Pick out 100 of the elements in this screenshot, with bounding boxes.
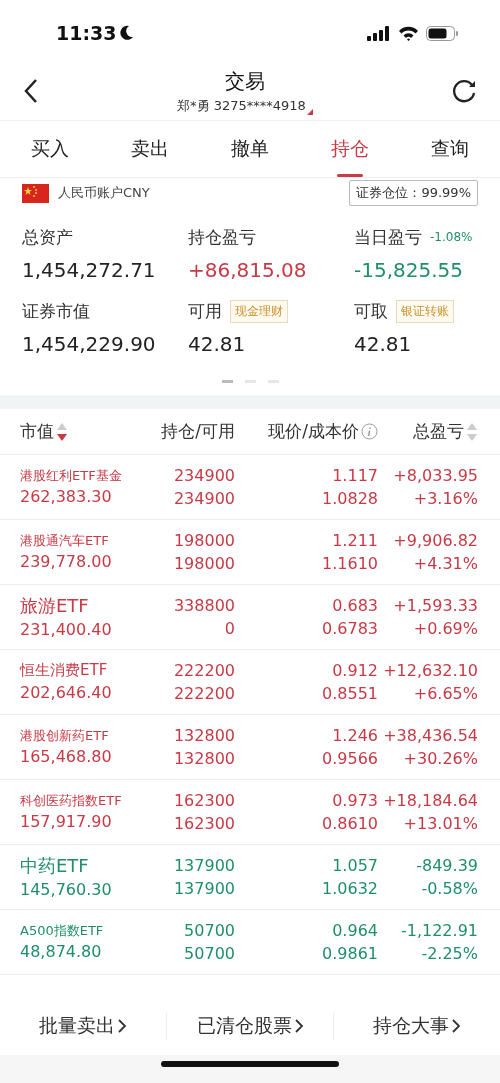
column-header[interactable]: 总盈亏 bbox=[413, 420, 464, 443]
market-value: 262,383.30 bbox=[20, 487, 112, 507]
cost-price: 0.9566 bbox=[322, 749, 378, 769]
fund-name[interactable]: 旅游ETF bbox=[20, 594, 89, 617]
summary-value: 1,454,229.90 bbox=[22, 332, 157, 356]
available-quantity: 132800 bbox=[173, 749, 235, 769]
summary-value: -15,825.55 bbox=[354, 258, 464, 282]
profit-loss-percent: +0.69% bbox=[413, 619, 478, 639]
market-value: 145,760.30 bbox=[20, 880, 112, 900]
profit-loss-percent: +3.16% bbox=[413, 489, 478, 509]
profit-loss-percent: +13.01% bbox=[403, 814, 478, 834]
cost-price: 0.6783 bbox=[322, 619, 378, 639]
position-ratio: 证券仓位：99.99% bbox=[349, 180, 478, 206]
holding-quantity: 132800 bbox=[173, 725, 235, 745]
column-header[interactable]: 市值 bbox=[20, 420, 54, 443]
signal-icon bbox=[367, 25, 391, 41]
available-quantity: 234900 bbox=[173, 489, 235, 509]
tab[interactable]: 查询 bbox=[400, 121, 500, 177]
column-header[interactable]: 现价/成本价 bbox=[268, 420, 359, 443]
current-price: 1.057 bbox=[332, 855, 378, 875]
available-quantity: 162300 bbox=[173, 814, 235, 834]
holding-quantity: 137900 bbox=[173, 855, 235, 875]
tab[interactable]: 卖出 bbox=[100, 121, 200, 177]
page-title: 交易 bbox=[225, 67, 265, 95]
available-quantity: 198000 bbox=[173, 554, 235, 574]
chevron-right-icon[interactable] bbox=[451, 1018, 461, 1034]
fund-name[interactable]: A500指数ETF bbox=[20, 922, 104, 939]
summary-percent: -1.08% bbox=[430, 230, 473, 244]
profit-loss-percent: -0.58% bbox=[421, 879, 478, 899]
market-value: 202,646.40 bbox=[20, 683, 112, 703]
tab[interactable]: 买入 bbox=[0, 121, 100, 177]
summary-label: 证券市值 bbox=[22, 299, 90, 323]
current-price: 1.211 bbox=[332, 530, 378, 550]
current-price: 0.683 bbox=[332, 595, 378, 615]
fund-name[interactable]: 科创医药指数ETF bbox=[20, 792, 122, 809]
profit-loss: +9,906.82 bbox=[393, 530, 478, 550]
chevron-right-icon[interactable] bbox=[117, 1018, 127, 1034]
wifi-icon bbox=[398, 25, 419, 41]
column-header[interactable]: 持仓/可用 bbox=[161, 420, 235, 443]
cost-price: 0.9861 bbox=[322, 944, 378, 964]
current-price: 1.246 bbox=[332, 725, 378, 745]
footer-link[interactable]: 批量卖出 bbox=[0, 1012, 166, 1040]
moon-icon bbox=[120, 25, 135, 41]
available-quantity: 0 bbox=[224, 619, 235, 639]
holding-quantity: 162300 bbox=[173, 790, 235, 810]
available-quantity: 222200 bbox=[173, 684, 235, 704]
summary-label: 持仓盈亏 bbox=[188, 225, 256, 249]
tab[interactable]: 持仓 bbox=[300, 121, 400, 177]
cost-price: 0.8551 bbox=[322, 684, 378, 704]
cost-price: 1.0632 bbox=[322, 879, 378, 899]
profit-loss: +12,632.10 bbox=[383, 660, 478, 680]
holding-quantity: 50700 bbox=[184, 920, 235, 940]
profit-loss-percent: +6.65% bbox=[413, 684, 478, 704]
sort-icon[interactable] bbox=[56, 421, 68, 442]
footer-link[interactable]: 已清仓股票 bbox=[166, 1012, 333, 1040]
market-value: 157,917.90 bbox=[20, 812, 112, 832]
footer-link[interactable]: 持仓大事 bbox=[333, 1012, 500, 1040]
fund-name[interactable]: 港股创新药ETF bbox=[20, 727, 109, 744]
fund-name[interactable]: 中药ETF bbox=[20, 854, 89, 877]
account-label: 人民币账户CNY bbox=[58, 184, 150, 202]
profit-loss: +8,033.95 bbox=[393, 465, 478, 485]
profit-loss: -1,122.91 bbox=[400, 920, 478, 940]
profit-loss-percent: +30.26% bbox=[403, 749, 478, 769]
chevron-right-icon[interactable] bbox=[293, 1018, 304, 1034]
summary-label: 可用 bbox=[188, 299, 222, 323]
summary-value: 42.81 bbox=[188, 332, 247, 356]
profit-loss: +1,593.33 bbox=[393, 595, 478, 615]
current-price: 0.912 bbox=[332, 660, 378, 680]
summary-value: 1,454,272.71 bbox=[22, 258, 157, 282]
fund-name[interactable]: 恒生消费ETF bbox=[20, 661, 108, 680]
market-value: 165,468.80 bbox=[20, 747, 112, 767]
dropdown-icon[interactable] bbox=[306, 108, 313, 115]
holding-quantity: 338800 bbox=[173, 595, 235, 615]
profit-loss: +18,184.64 bbox=[383, 790, 478, 810]
summary-label: 总资产 bbox=[22, 225, 73, 249]
cost-price: 1.0828 bbox=[322, 489, 378, 509]
profit-loss-percent: +4.31% bbox=[413, 554, 478, 574]
current-price: 1.117 bbox=[332, 465, 378, 485]
market-value: 239,778.00 bbox=[20, 552, 112, 572]
profit-loss-percent: -2.25% bbox=[421, 944, 478, 964]
cost-price: 0.8610 bbox=[322, 814, 378, 834]
summary-value: 42.81 bbox=[354, 332, 413, 356]
fund-name[interactable]: 港股通汽车ETF bbox=[20, 532, 109, 549]
market-value: 48,874.80 bbox=[20, 942, 102, 962]
tab[interactable]: 撤单 bbox=[200, 121, 300, 177]
cost-price: 1.1610 bbox=[322, 554, 378, 574]
fund-name[interactable]: 港股红利ETF基金 bbox=[20, 467, 122, 484]
current-price: 0.964 bbox=[332, 920, 378, 940]
battery-icon bbox=[426, 25, 458, 41]
available-quantity: 137900 bbox=[173, 879, 235, 899]
holding-quantity: 222200 bbox=[173, 660, 235, 680]
account-name[interactable]: 郑*勇 3275****4918 bbox=[177, 96, 306, 115]
holding-quantity: 234900 bbox=[173, 465, 235, 485]
holding-quantity: 198000 bbox=[173, 530, 235, 550]
profit-loss: +38,436.54 bbox=[383, 725, 478, 745]
status-time: 11:33 bbox=[56, 22, 117, 44]
summary-value: +86,815.08 bbox=[188, 258, 308, 282]
available-quantity: 50700 bbox=[184, 944, 235, 964]
profit-loss: -849.39 bbox=[416, 855, 478, 875]
market-value: 231,400.40 bbox=[20, 620, 112, 640]
